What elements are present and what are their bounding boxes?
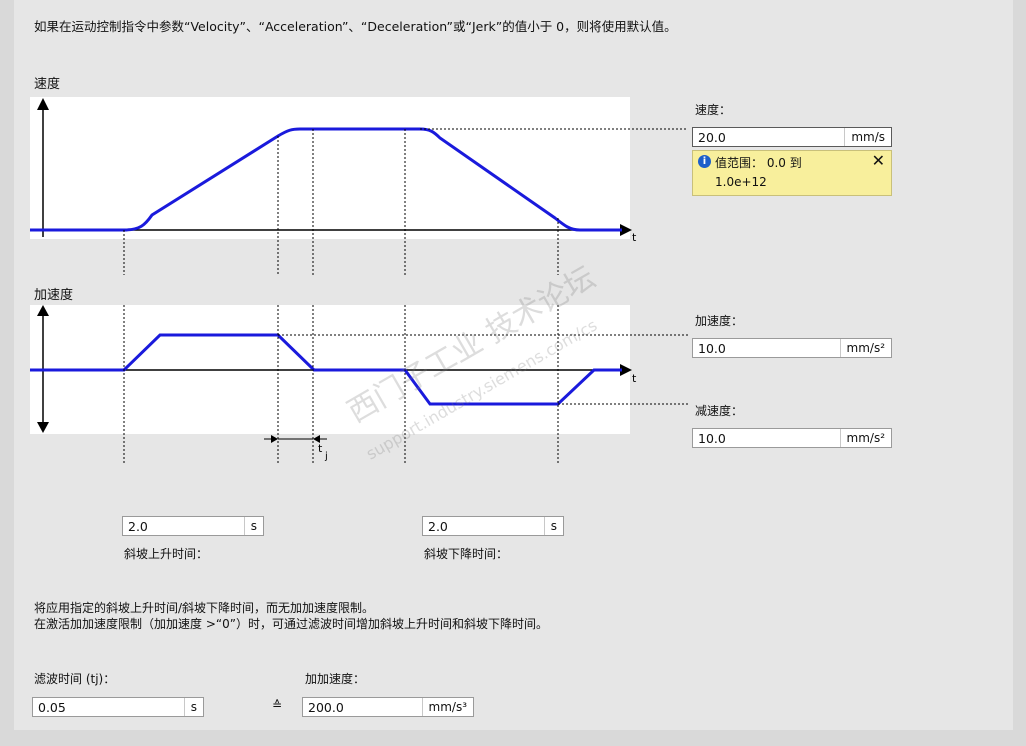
- acceleration-input[interactable]: 10.0 mm/s²: [692, 338, 892, 358]
- velocity-plot-area: [30, 97, 630, 239]
- motion-profile-diagram: t t t j: [30, 97, 688, 464]
- deceleration-label: 减速度：: [695, 404, 744, 418]
- filter-time-unit: s: [183, 698, 203, 716]
- jerk-unit: mm/s³: [421, 698, 473, 716]
- note-line-1: 将应用指定的斜坡上升时间/斜坡下降时间，而无加加速度限制。: [34, 601, 375, 615]
- ramp-up-time-label: 斜坡上升时间：: [124, 547, 209, 561]
- velocity-axis-t-label: t: [632, 231, 637, 244]
- ramp-down-time-label: 斜坡下降时间：: [424, 547, 509, 561]
- tj-label: t: [318, 442, 323, 455]
- acceleration-unit: mm/s²: [839, 339, 891, 357]
- jerk-label: 加加速度：: [305, 672, 366, 686]
- ramp-down-time-input[interactable]: 2.0 s: [422, 516, 564, 536]
- acceleration-value[interactable]: 10.0: [693, 341, 840, 356]
- equivalence-symbol: ≙: [272, 698, 283, 712]
- filter-time-label: 滤波时间 (tj)：: [34, 672, 116, 686]
- velocity-unit: mm/s: [844, 128, 891, 146]
- note-line-2: 在激活加加速度限制（加加速度 >“0”）时，可通过滤波时间增加斜坡上升时间和斜坡…: [34, 617, 548, 631]
- ramp-down-time-unit: s: [543, 517, 563, 535]
- deceleration-unit: mm/s²: [839, 429, 891, 447]
- tj-subscript: j: [324, 451, 328, 462]
- ramp-down-time-value[interactable]: 2.0: [423, 519, 544, 534]
- deceleration-value[interactable]: 10.0: [693, 431, 840, 446]
- tooltip-range-line1: 值范围： 0.0 到: [715, 156, 802, 170]
- info-icon: i: [698, 155, 711, 168]
- ramp-up-time-input[interactable]: 2.0 s: [122, 516, 264, 536]
- velocity-label: 速度：: [695, 103, 732, 117]
- filter-time-value[interactable]: 0.05: [33, 700, 184, 715]
- acceleration-axis-t-label: t: [632, 372, 637, 385]
- jerk-value[interactable]: 200.0: [303, 700, 422, 715]
- ramp-up-time-unit: s: [243, 517, 263, 535]
- velocity-value[interactable]: 20.0: [693, 130, 844, 145]
- value-range-tooltip: i 值范围： 0.0 到 1.0e+12 ✕: [692, 150, 892, 196]
- jerk-input[interactable]: 200.0 mm/s³: [302, 697, 474, 717]
- tooltip-range-line2: 1.0e+12: [715, 175, 767, 189]
- filter-time-input[interactable]: 0.05 s: [32, 697, 204, 717]
- ramp-up-time-value[interactable]: 2.0: [123, 519, 244, 534]
- velocity-input[interactable]: 20.0 mm/s: [692, 127, 892, 147]
- close-icon[interactable]: ✕: [872, 151, 885, 170]
- acceleration-label: 加速度：: [695, 314, 744, 328]
- deceleration-input[interactable]: 10.0 mm/s²: [692, 428, 892, 448]
